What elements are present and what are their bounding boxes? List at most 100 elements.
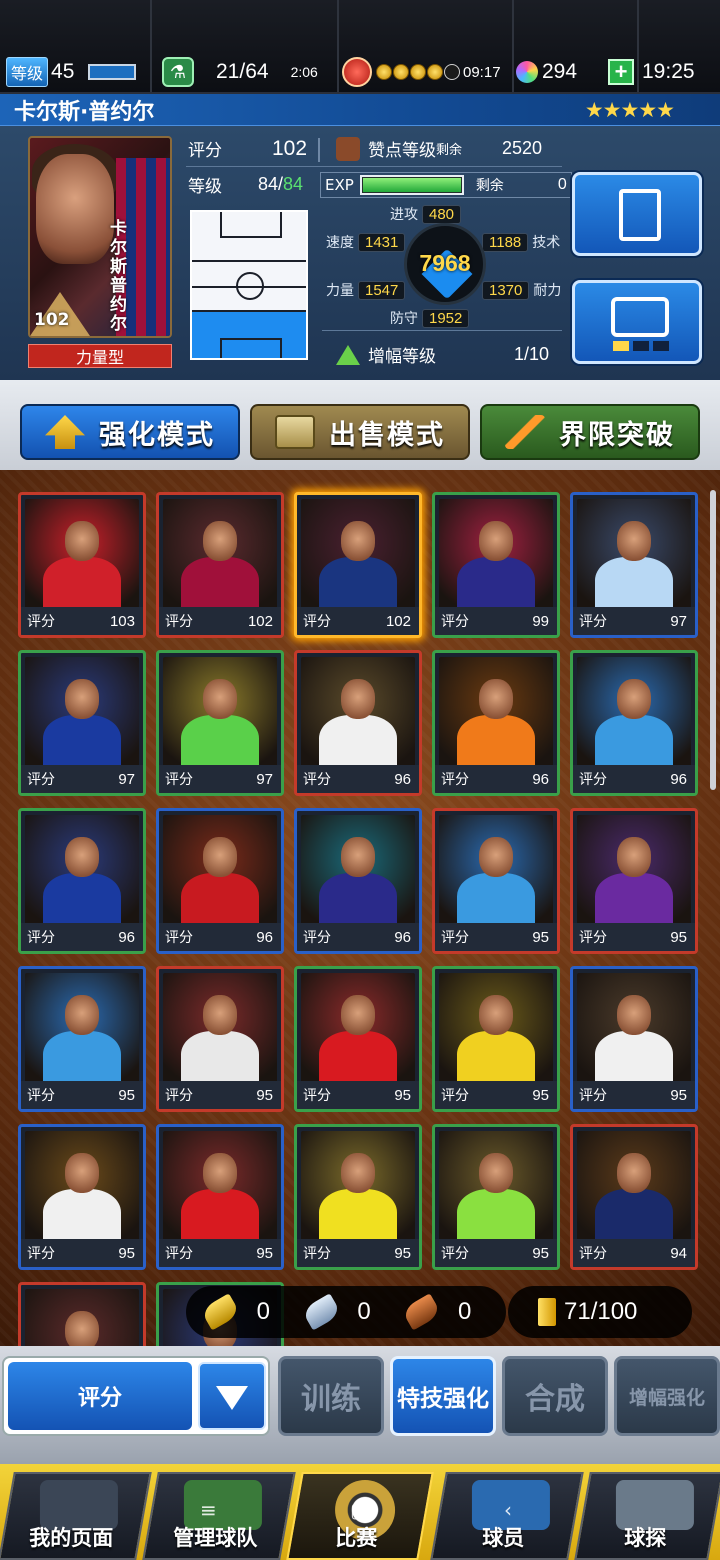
player-card-art [577, 815, 691, 925]
player-card[interactable]: 评分 96 [18, 808, 146, 954]
player-card[interactable]: 评分 95 [294, 1124, 422, 1270]
defense-stat: 防守 1952 [390, 308, 470, 328]
player-card[interactable]: 评分 95 [570, 966, 698, 1112]
player-card-art [163, 499, 277, 609]
clock-display: + 19:25 [608, 56, 695, 88]
nav-manage-team[interactable]: 管理球队 [142, 1472, 296, 1560]
player-card[interactable]: 评分 95 [156, 966, 284, 1112]
sort-control: 评分 [2, 1356, 270, 1436]
player-card-art [25, 1131, 139, 1241]
amp-boost-button[interactable]: 增幅强化 [614, 1356, 720, 1436]
exp-remaining-label: 剩余 [475, 178, 504, 194]
player-card-art [25, 1289, 139, 1346]
player-card[interactable]: 评分 95 [18, 1124, 146, 1270]
train-button[interactable]: 训练 [278, 1356, 384, 1436]
player-card-rating-label: 评分 [441, 1088, 469, 1104]
coin-full-icon [410, 64, 426, 80]
silver-boot-count: 0 [357, 1298, 371, 1325]
combine-button[interactable]: 合成 [502, 1356, 608, 1436]
tab-sell-mode[interactable]: 出售模式 [250, 404, 470, 460]
player-card[interactable]: 评分 95 [18, 966, 146, 1112]
coin-full-icon [393, 64, 409, 80]
sort-dropdown-button[interactable] [198, 1362, 266, 1430]
skill-boost-button[interactable]: 特技强化 [390, 1356, 496, 1436]
player-card[interactable]: 评分 96 [294, 808, 422, 954]
player-card[interactable]: 评分 97 [570, 492, 698, 638]
silver-boot-icon [300, 1293, 342, 1331]
player-card[interactable]: 评分 94 [570, 1124, 698, 1270]
player-card-rating-label: 评分 [165, 930, 193, 946]
power-value: 1547 [358, 281, 406, 300]
player-stars: ★★★★★ [584, 98, 675, 122]
system-home-icon[interactable]: ▢ [350, 1498, 369, 1522]
player-card-rating-label: 评分 [27, 1246, 55, 1262]
defense-value: 1952 [422, 309, 470, 328]
player-card-rating: 102 [247, 612, 273, 630]
boost-level-label: 增幅等级 [368, 347, 436, 367]
player-card[interactable]: 评分 102 [156, 492, 284, 638]
player-card-rating: 95 [532, 928, 549, 946]
player-card[interactable]: 评分 95 [570, 808, 698, 954]
player-card[interactable]: 评分 99 [432, 492, 560, 638]
level-label: 等级 [188, 177, 222, 197]
gem-display[interactable]: 294 [516, 56, 577, 88]
rating-label: 评分 [188, 141, 222, 161]
exp-row: EXP 剩余 0 [320, 172, 572, 198]
coin-empty-icon [444, 64, 460, 80]
player-detail-button[interactable] [572, 172, 702, 256]
player-card-art [439, 1131, 553, 1241]
sort-button[interactable]: 评分 [8, 1362, 192, 1430]
player-card-rating: 96 [394, 928, 411, 946]
grid-scrollbar[interactable] [710, 490, 716, 790]
add-gems-plus-icon[interactable]: + [608, 59, 634, 85]
player-card[interactable]: 评分 95 [294, 966, 422, 1112]
system-back-icon[interactable]: ‹ [504, 1498, 512, 1522]
player-card-rating: 95 [670, 928, 687, 946]
player-card[interactable]: 评分 97 [18, 650, 146, 796]
player-card-rating-label: 评分 [303, 930, 331, 946]
system-menu-icon[interactable]: ≡ [200, 1498, 217, 1522]
player-card[interactable]: 评分 96 [294, 650, 422, 796]
player-card-large[interactable]: 卡尔斯普约尔 102 [28, 136, 172, 338]
stamina-display[interactable]: ⚗ 21/64 2:06 [162, 56, 318, 88]
player-card-art [577, 973, 691, 1083]
nav-my-page[interactable]: 我的页面 [0, 1472, 152, 1560]
player-card[interactable]: 评分 103 [18, 492, 146, 638]
player-card-rating: 95 [532, 1244, 549, 1262]
switch-view-button[interactable] [572, 280, 702, 364]
card-capacity: 71/100 [508, 1286, 692, 1338]
position-highlight [192, 310, 306, 358]
player-level[interactable]: 等级 45 [6, 56, 137, 88]
tab-enhance-mode[interactable]: 强化模式 [20, 404, 240, 460]
player-card-art [577, 1131, 691, 1241]
player-card[interactable]: 评分 95 [432, 1124, 560, 1270]
player-card-art [439, 815, 553, 925]
player-card[interactable]: 评分 96 [432, 650, 560, 796]
player-card-rating-label: 评分 [165, 614, 193, 630]
tab-limit-break[interactable]: 界限突破 [480, 404, 700, 460]
player-card[interactable]: 评分 102 [294, 492, 422, 638]
player-card-rating: 96 [118, 928, 135, 946]
player-card-rating-label: 评分 [579, 614, 607, 630]
player-card[interactable] [18, 1282, 146, 1346]
gold-boot-count: 0 [256, 1298, 271, 1325]
player-card-grid[interactable]: 评分 103 评分 102 评分 102 评分 99 评分 97 评分 97 评分 97 评分 96 评分 96 评… [0, 470, 720, 1346]
player-card-rating: 99 [532, 612, 549, 630]
coin-full-icon [376, 64, 392, 80]
player-card-rating-label: 评分 [27, 772, 55, 788]
player-card[interactable]: 评分 95 [432, 966, 560, 1112]
player-card-art [25, 973, 139, 1083]
praise-row: 赞点等级 剩余 2520 [336, 136, 542, 161]
formation-pitch[interactable] [190, 210, 308, 360]
player-card[interactable]: 评分 95 [156, 1124, 284, 1270]
power-stat: 力量 1547 [326, 280, 406, 300]
level-row: 等级 84 / 84 [188, 172, 303, 197]
level-current: 84 [258, 174, 279, 194]
coin-display[interactable]: 09:17 [342, 56, 501, 88]
player-card[interactable]: 评分 96 [156, 808, 284, 954]
player-card[interactable]: 评分 96 [570, 650, 698, 796]
player-card[interactable]: 评分 95 [432, 808, 560, 954]
player-card[interactable]: 评分 97 [156, 650, 284, 796]
status-bar: 等级 45 ⚗ 21/64 2:06 09:17 294 + 19:25 [0, 0, 720, 94]
nav-scout[interactable]: 球探 [574, 1472, 720, 1560]
